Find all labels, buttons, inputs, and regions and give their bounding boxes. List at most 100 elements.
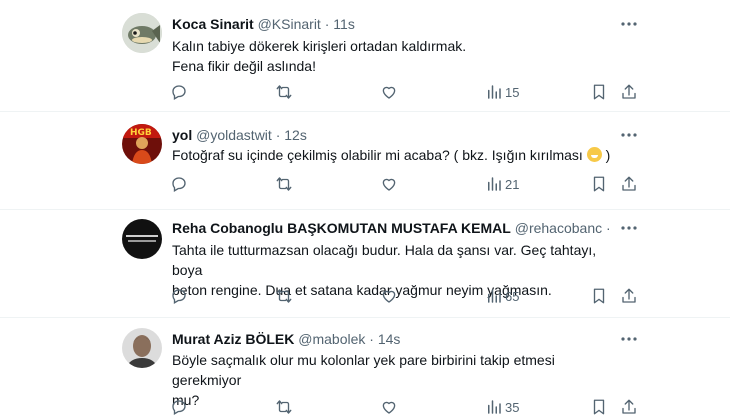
share-icon — [622, 176, 636, 191]
reply-icon — [172, 85, 186, 100]
action-bar: 21 — [165, 173, 640, 195]
user-handle[interactable]: @yoldastwit — [196, 127, 272, 143]
profile-photo-fish-icon — [122, 13, 162, 53]
share-button[interactable] — [620, 173, 638, 195]
profile-photo-red-figure-icon: HGB — [122, 124, 162, 164]
more-options-icon[interactable] — [620, 126, 638, 144]
tweet-text-line: Kalın tabiye dökerek kirişleri ortadan k… — [172, 38, 467, 54]
bookmark-icon — [593, 288, 605, 304]
display-name[interactable]: Koca Sinarit — [172, 16, 254, 32]
timestamp[interactable]: 14s — [378, 331, 401, 347]
views-button[interactable]: 15 — [485, 81, 519, 103]
views-chart-icon — [488, 177, 501, 191]
tweet-3[interactable]: Reha Cobanoglu BAŞKOMUTAN MUSTAFA KEMAL … — [0, 210, 730, 318]
bookmark-button[interactable] — [590, 285, 608, 307]
reply-button[interactable] — [170, 173, 188, 195]
bookmark-button[interactable] — [590, 81, 608, 103]
heart-icon — [382, 401, 396, 414]
retweet-icon — [276, 177, 292, 191]
tweet-text: Fotoğraf su içinde çekilmiş olabilir mi … — [172, 145, 612, 165]
more-options-icon[interactable] — [620, 15, 638, 33]
views-chart-icon — [488, 289, 501, 303]
separator-dot: · — [324, 16, 330, 32]
share-icon — [622, 288, 636, 303]
retweet-icon — [276, 400, 292, 414]
tweet-header: Murat Aziz BÖLEK @mabolek · 14s — [172, 330, 612, 348]
bookmark-button[interactable] — [590, 396, 608, 418]
tweet-text-line: Böyle saçmalık olur mu kolonlar yek pare… — [172, 352, 555, 388]
views-count: 15 — [505, 84, 520, 100]
avatar[interactable] — [122, 13, 162, 53]
reply-button[interactable] — [170, 81, 188, 103]
heart-icon — [382, 290, 396, 303]
separator-dot: · — [369, 331, 374, 347]
tweet-header: Koca Sinarit @KSinarit · 11s — [172, 15, 612, 33]
tweet-2[interactable]: HGB yol @yoldastwit · 12s Fotoğraf su iç… — [0, 112, 730, 210]
more-options-icon[interactable] — [620, 330, 638, 348]
share-button[interactable] — [620, 81, 638, 103]
bookmark-icon — [593, 399, 605, 415]
views-count: 65 — [505, 288, 520, 304]
tweet-header: yol @yoldastwit · 12s — [172, 126, 612, 144]
user-handle[interactable]: @KSinarit — [258, 16, 321, 32]
avatar[interactable] — [122, 328, 162, 368]
reply-button[interactable] — [170, 396, 188, 418]
grinning-face-emoji-icon — [586, 147, 602, 162]
share-icon — [622, 84, 636, 99]
profile-photo-dark-banner-icon — [122, 219, 162, 259]
retweet-button[interactable] — [275, 396, 293, 418]
share-button[interactable] — [620, 285, 638, 307]
like-button[interactable] — [380, 285, 398, 307]
user-handle[interactable]: @rehacobanc — [515, 220, 602, 236]
display-name[interactable]: Murat Aziz BÖLEK — [172, 331, 294, 347]
tweet-1[interactable]: Koca Sinarit @KSinarit · 11s Kalın tabiy… — [0, 0, 730, 112]
tweet-text-line: Fotoğraf su içinde çekilmiş olabilir mi … — [172, 147, 583, 163]
like-button[interactable] — [380, 396, 398, 418]
views-button[interactable]: 65 — [485, 285, 519, 307]
views-chart-icon — [488, 85, 501, 99]
retweet-button[interactable] — [275, 81, 293, 103]
tweet-text-line: ) — [605, 147, 611, 163]
action-bar: 15 — [165, 81, 640, 103]
more-options-icon[interactable] — [620, 219, 638, 237]
timestamp[interactable]: 11s — [333, 16, 355, 32]
share-icon — [622, 399, 636, 414]
bookmark-button[interactable] — [590, 173, 608, 195]
like-button[interactable] — [380, 81, 398, 103]
retweet-button[interactable] — [275, 173, 293, 195]
retweet-button[interactable] — [275, 285, 293, 307]
retweet-icon — [276, 85, 292, 99]
profile-photo-man-icon — [122, 328, 162, 368]
action-bar: 35 — [165, 396, 640, 418]
reply-icon — [172, 177, 186, 192]
bookmark-icon — [593, 176, 605, 192]
reply-button[interactable] — [170, 285, 188, 307]
tweet-4[interactable]: Murat Aziz BÖLEK @mabolek · 14s Böyle sa… — [0, 318, 730, 420]
tweet-text-line: Tahta ile tutturmazsan olacağı budur. Ha… — [172, 242, 597, 278]
reply-icon — [172, 289, 186, 304]
views-count: 21 — [505, 176, 520, 192]
share-button[interactable] — [620, 396, 638, 418]
bookmark-icon — [593, 84, 605, 100]
heart-icon — [382, 178, 396, 191]
retweet-icon — [276, 289, 292, 303]
svg-text:HGB: HGB — [130, 128, 152, 138]
views-chart-icon — [488, 400, 501, 414]
timestamp[interactable]: 12s — [284, 127, 307, 143]
avatar[interactable] — [122, 219, 162, 259]
tweet-header: Reha Cobanoglu BAŞKOMUTAN MUSTAFA KEMAL … — [172, 219, 612, 237]
reply-icon — [172, 400, 186, 415]
avatar[interactable]: HGB — [122, 124, 162, 164]
user-handle[interactable]: @mabolek — [298, 331, 365, 347]
views-count: 35 — [505, 399, 520, 415]
display-name[interactable]: yol — [172, 127, 192, 143]
separator-dot: · — [275, 127, 281, 143]
display-name[interactable]: Reha Cobanoglu BAŞKOMUTAN MUSTAFA KEMAL — [172, 220, 511, 236]
tweet-text: Kalın tabiye dökerek kirişleri ortadan k… — [172, 36, 612, 76]
like-button[interactable] — [380, 173, 398, 195]
views-button[interactable]: 35 — [485, 396, 519, 418]
separator-dot: · — [606, 220, 611, 236]
heart-icon — [382, 86, 396, 99]
views-button[interactable]: 21 — [485, 173, 519, 195]
action-bar: 65 — [165, 285, 640, 307]
